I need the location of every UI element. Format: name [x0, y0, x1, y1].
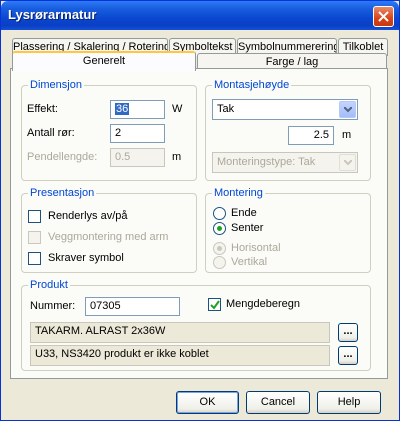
browse-produkt-button[interactable]: ...: [338, 323, 358, 342]
close-button[interactable]: [373, 6, 394, 27]
skraver-label[interactable]: Skraver symbol: [48, 252, 124, 264]
horisontal-radio-dot: [217, 246, 222, 251]
ende-radio[interactable]: [213, 207, 226, 220]
mengdeberegn-checkbox[interactable]: [208, 298, 221, 311]
horisontal-label[interactable]: Horisontal: [231, 242, 281, 254]
montasjehoyde-height-unit: m: [342, 129, 352, 141]
ende-label[interactable]: Ende: [231, 207, 257, 219]
nummer-input[interactable]: 07305: [85, 297, 180, 316]
senter-radio-dot: [217, 226, 222, 231]
tab-generelt[interactable]: Generelt: [12, 51, 196, 71]
close-icon: [378, 11, 389, 22]
checkmark-icon: [210, 300, 220, 310]
horisontal-radio[interactable]: [213, 242, 226, 255]
group-produkt: Produkt Nummer: 07305 Mengdeberegn TAKAR…: [21, 279, 371, 371]
effekt-label: Effekt:: [27, 103, 58, 115]
vertikal-label[interactable]: Vertikal: [231, 256, 267, 268]
monteringstype-dropdown-button[interactable]: [339, 154, 356, 171]
vertikal-radio[interactable]: [213, 256, 226, 269]
monteringstype-select[interactable]: Monteringstype: Tak: [212, 152, 358, 173]
renderlys-checkbox[interactable]: [28, 210, 41, 223]
montasjehoyde-select-value: Tak: [217, 103, 235, 115]
group-montasjehoyde: Montasjehøyde Tak 2.5 m Monteringstype: …: [205, 79, 371, 181]
mengdeberegn-label[interactable]: Mengdeberegn: [226, 298, 300, 310]
produkt-description-field: TAKARM. ALRAST 2x36W: [30, 322, 330, 343]
pendellengde-unit: m: [172, 151, 182, 163]
antall-label: Antall rør:: [27, 127, 75, 139]
senter-label[interactable]: Senter: [231, 222, 263, 234]
produkt-ns3420-field: U33, NS3420 produkt er ikke koblet: [30, 345, 330, 366]
group-dimensjon: Dimensjon Effekt: 36 W Antall rør: 2 Pen…: [21, 79, 197, 181]
montasjehoyde-height-input[interactable]: 2.5: [288, 126, 334, 145]
montasjehoyde-dropdown-button[interactable]: [339, 101, 356, 118]
group-title-dimensjon: Dimensjon: [28, 79, 84, 91]
help-button[interactable]: Help: [317, 391, 381, 414]
tab-panel-generelt: Dimensjon Effekt: 36 W Antall rør: 2 Pen…: [10, 68, 388, 379]
group-title-montering: Montering: [212, 187, 265, 199]
effekt-input[interactable]: 36: [110, 100, 165, 119]
group-title-montasjehoyde: Montasjehøyde: [212, 79, 292, 91]
renderlys-label[interactable]: Renderlys av/på: [48, 210, 128, 222]
pendellengde-input[interactable]: 0.5: [110, 148, 165, 167]
group-title-produkt: Produkt: [28, 279, 70, 291]
ok-button[interactable]: OK: [176, 391, 239, 414]
antall-input[interactable]: 2: [110, 124, 165, 143]
effekt-unit: W: [172, 103, 183, 115]
title-bar[interactable]: Lysrørarmatur: [1, 1, 399, 30]
montasjehoyde-select[interactable]: Tak: [212, 99, 358, 120]
nummer-label: Nummer:: [30, 300, 76, 312]
chevron-down-icon: [344, 107, 352, 113]
senter-radio[interactable]: [213, 222, 226, 235]
window-title: Lysrørarmatur: [8, 7, 97, 22]
dialog-window: Lysrørarmatur Plassering / Skalering / R…: [0, 0, 400, 421]
group-title-presentasjon: Presentasjon: [28, 187, 97, 199]
skraver-checkbox[interactable]: [28, 252, 41, 265]
pendellengde-label: Pendellengde:: [27, 151, 98, 163]
browse-ns3420-button[interactable]: ...: [338, 346, 358, 365]
veggmontering-label[interactable]: Veggmontering med arm: [48, 231, 168, 243]
veggmontering-checkbox[interactable]: [28, 231, 41, 244]
group-montering: Montering Ende Senter Horisontal Vertika…: [205, 187, 371, 273]
group-presentasjon: Presentasjon Renderlys av/på Veggmonteri…: [21, 187, 197, 273]
cancel-button[interactable]: Cancel: [246, 391, 310, 414]
monteringstype-select-value: Monteringstype: Tak: [217, 156, 316, 168]
chevron-down-icon: [344, 160, 352, 166]
